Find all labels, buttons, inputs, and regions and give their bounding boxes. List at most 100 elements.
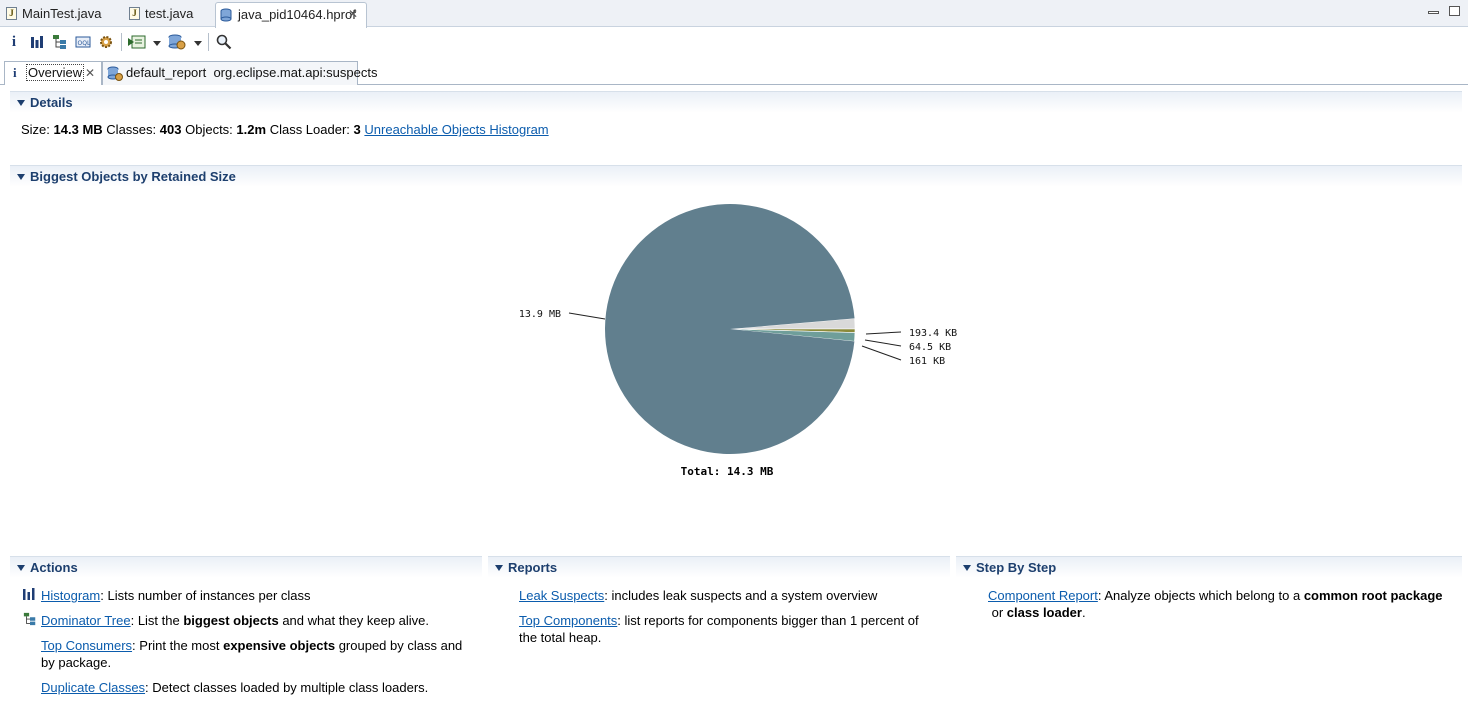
- search-icon[interactable]: [214, 32, 234, 52]
- unreachable-objects-histogram-link[interactable]: Unreachable Objects Histogram: [364, 122, 548, 137]
- consumers-emphasis: expensive objects: [223, 638, 336, 653]
- query-browser-icon[interactable]: [167, 32, 187, 52]
- pie-slice-label: 161 KB: [909, 356, 945, 367]
- collapse-icon[interactable]: [963, 565, 971, 571]
- step-by-step-section-header[interactable]: Step By Step: [956, 556, 1462, 578]
- top-consumers-action-continued: by package.: [41, 654, 111, 671]
- step-by-step-title: Step By Step: [976, 560, 1057, 575]
- info-icon: i: [13, 65, 17, 80]
- editor-tab-label: java_pid10464.hprof: [238, 7, 356, 22]
- dominator-tree-link[interactable]: Dominator Tree: [41, 613, 131, 628]
- pie-slice-label: 193.4 KB: [909, 328, 957, 339]
- dominator-emphasis: biggest objects: [183, 613, 279, 628]
- details-section-header[interactable]: Details: [10, 91, 1462, 113]
- heap-dump-icon: [220, 8, 232, 22]
- class-loader-label: Class Loader:: [269, 122, 350, 137]
- dominator-tree-icon[interactable]: [50, 32, 70, 52]
- dominator-tree-action: Dominator Tree: List the biggest objects…: [41, 612, 429, 629]
- class-loader-value: 3: [353, 122, 361, 137]
- duplicate-description: : Detect classes loaded by multiple clas…: [145, 680, 429, 695]
- biggest-objects-title: Biggest Objects by Retained Size: [30, 169, 236, 184]
- chevron-down-icon[interactable]: [194, 41, 202, 46]
- histogram-description: : Lists number of instances per class: [100, 588, 311, 603]
- component-report-emphasis-2: class loader: [1006, 605, 1082, 620]
- pie-leader-line: [864, 339, 902, 347]
- component-report-link[interactable]: Component Report: [988, 588, 1098, 603]
- histogram-icon[interactable]: [27, 32, 47, 52]
- top-components-link[interactable]: Top Components: [519, 613, 617, 628]
- editor-tab-label: MainTest.java: [22, 6, 102, 21]
- info-icon[interactable]: i: [4, 32, 24, 52]
- consumers-description-wrap: by package.: [41, 655, 112, 670]
- collapse-icon[interactable]: [17, 100, 25, 106]
- collapse-icon[interactable]: [17, 174, 25, 180]
- histogram-action: Histogram: Lists number of instances per…: [41, 587, 311, 604]
- heap-dump-icon: [107, 66, 123, 81]
- close-icon[interactable]: ✕: [85, 62, 95, 84]
- oql-icon[interactable]: OQL: [73, 32, 93, 52]
- dominator-description-end: and what they keep alive.: [278, 613, 430, 628]
- tab-default-report-label: default_report org.eclipse.mat.api:suspe…: [126, 65, 378, 80]
- size-value: 14.3 MB: [53, 122, 103, 137]
- gear-icon[interactable]: [96, 32, 116, 52]
- top-consumers-action: Top Consumers: Print the most expensive …: [41, 637, 462, 654]
- consumers-description-end: grouped by class and: [335, 638, 463, 653]
- toolbar: i OQL: [0, 28, 1468, 56]
- leak-suspects-report: Leak Suspects: includes leak suspects an…: [519, 587, 877, 604]
- pie-slice-label: 13.9 MB: [519, 309, 561, 320]
- component-report-description: : Analyze objects which belong to a: [1097, 588, 1304, 603]
- toolbar-separator: [208, 33, 209, 51]
- leak-suspects-link[interactable]: Leak Suspects: [519, 588, 604, 603]
- pie-leader-line: [865, 331, 902, 335]
- biggest-objects-section-header[interactable]: Biggest Objects by Retained Size: [10, 165, 1462, 187]
- objects-label: Objects:: [185, 122, 233, 137]
- reports-section-header[interactable]: Reports: [488, 556, 950, 578]
- dominator-tree-icon: [23, 612, 36, 626]
- editor-tab-label: test.java: [145, 6, 194, 21]
- editor-tab-test[interactable]: J test.java: [125, 2, 210, 27]
- actions-section-header[interactable]: Actions: [10, 556, 482, 578]
- close-icon[interactable]: ✕: [348, 3, 358, 26]
- reports-title: Reports: [508, 560, 558, 575]
- duplicate-classes-link[interactable]: Duplicate Classes: [41, 680, 145, 695]
- java-file-icon: J: [6, 7, 17, 20]
- top-components-description-wrap: the total heap.: [519, 630, 602, 645]
- consumers-description: : Print the most: [132, 638, 224, 653]
- pie-total-label: Total: 14.3 MB: [681, 465, 774, 478]
- tab-overview[interactable]: i Overview ✕: [4, 61, 102, 85]
- leak-suspects-description: : includes leak suspects and a system ov…: [604, 588, 878, 603]
- top-components-report: Top Components: list reports for compone…: [519, 612, 919, 629]
- java-file-icon: J: [129, 7, 140, 20]
- minimize-icon[interactable]: [1428, 11, 1439, 14]
- run-report-icon[interactable]: [127, 32, 147, 52]
- editor-tab-hprof[interactable]: java_pid10464.hprof ✕: [215, 2, 367, 28]
- toolbar-separator: [121, 33, 122, 51]
- component-report-step-continued: or class loader.: [988, 604, 1086, 621]
- component-report-emphasis: common root package: [1303, 588, 1443, 603]
- classes-value: 403: [159, 122, 182, 137]
- component-report-period: .: [1081, 605, 1086, 620]
- retained-size-pie-chart: 13.9 MB 193.4 KB 64.5 KB 161 KB Total: 14.3 …: [519, 204, 957, 478]
- histogram-icon: [23, 588, 35, 600]
- top-components-description: : list reports for components bigger tha…: [617, 613, 919, 628]
- component-report-or: or: [988, 605, 1007, 620]
- pie-slice-label: 64.5 KB: [909, 342, 951, 353]
- objects-value: 1.2m: [236, 122, 267, 137]
- tab-overview-label: Overview: [26, 64, 85, 81]
- maximize-icon[interactable]: [1449, 6, 1460, 16]
- details-summary: Size: 14.3 MB Classes: 403 Objects: 1.2m…: [21, 122, 549, 137]
- pie-leader-line: [568, 312, 606, 320]
- duplicate-classes-action: Duplicate Classes: Detect classes loaded…: [41, 679, 428, 696]
- editor-tab-bar: J MainTest.java J test.java java_pid1046…: [0, 0, 1468, 28]
- size-label: Size:: [21, 122, 50, 137]
- histogram-link[interactable]: Histogram: [41, 588, 100, 603]
- chevron-down-icon[interactable]: [153, 41, 161, 46]
- collapse-icon[interactable]: [495, 565, 503, 571]
- pie-leader-line: [861, 345, 902, 361]
- editor-tab-maintest[interactable]: J MainTest.java: [2, 2, 112, 27]
- collapse-icon[interactable]: [17, 565, 25, 571]
- tab-default-report[interactable]: default_report org.eclipse.mat.api:suspe…: [102, 61, 377, 85]
- top-consumers-link[interactable]: Top Consumers: [41, 638, 132, 653]
- component-report-step: Component Report: Analyze objects which …: [988, 587, 1443, 604]
- top-components-report-continued: the total heap.: [519, 629, 601, 646]
